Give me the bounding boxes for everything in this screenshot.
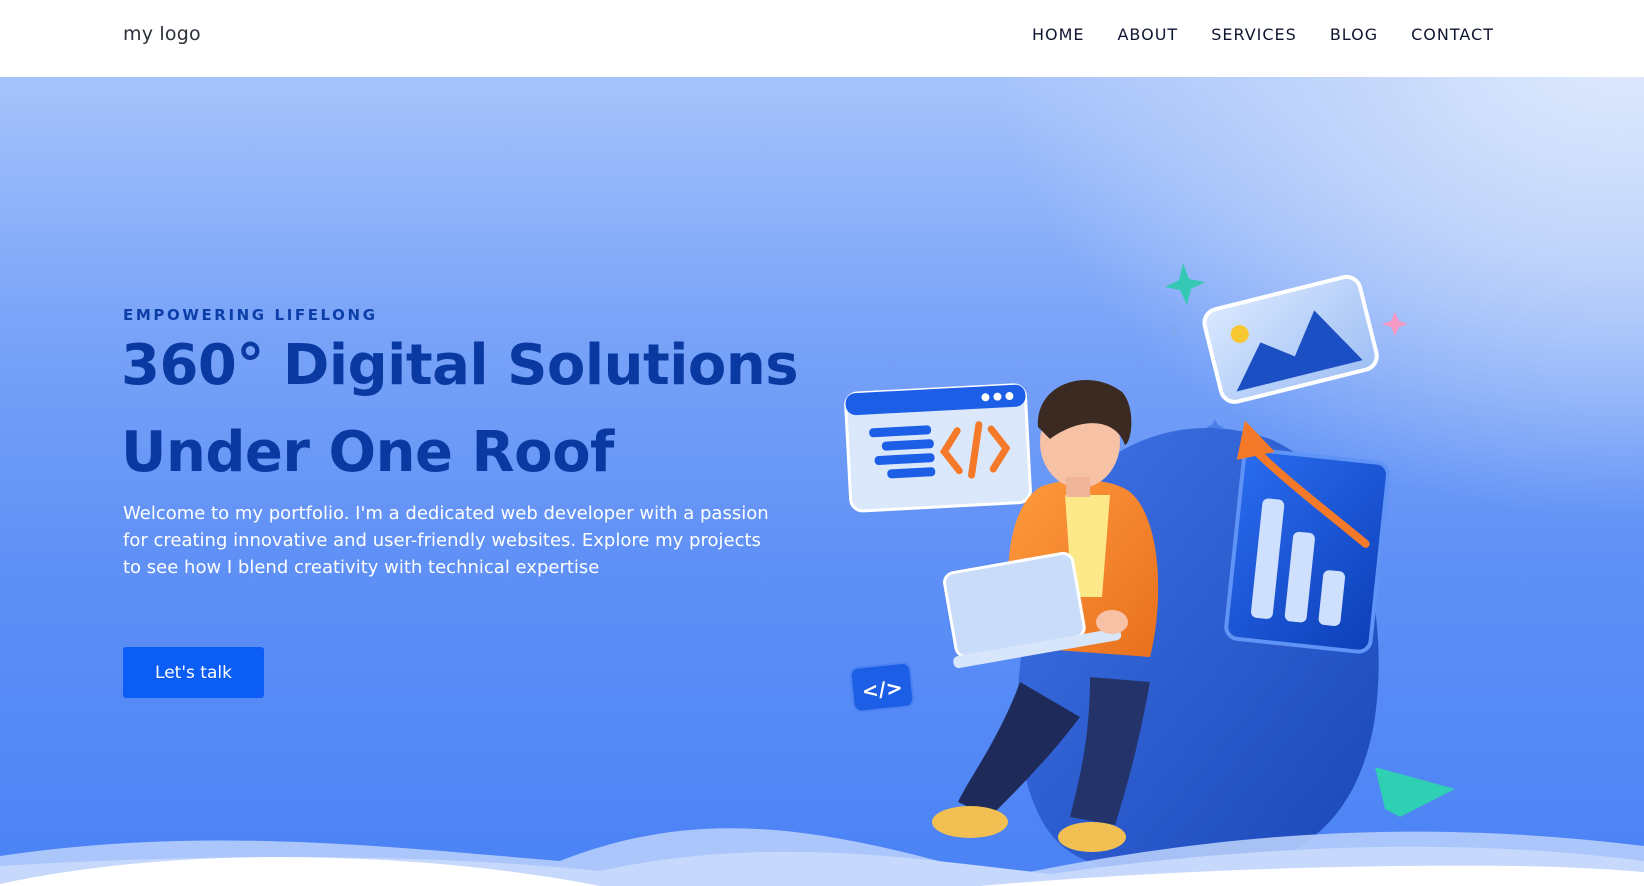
hero-intro: Welcome to my portfolio. I'm a dedicated… xyxy=(123,503,769,578)
code-window-icon xyxy=(844,383,1032,513)
nav-link-blog[interactable]: BLOG xyxy=(1330,25,1378,44)
nav-link-contact[interactable]: CONTACT xyxy=(1411,25,1494,44)
chart-card-icon xyxy=(1224,420,1390,654)
hero-headline: 360° Digital Solutions Under One Roof xyxy=(121,322,821,496)
sparkle-small-icon xyxy=(1166,322,1184,338)
lets-talk-button[interactable]: Let's talk xyxy=(123,647,264,698)
top-navbar: my logo HOME ABOUT SERVICES BLOG CONTACT xyxy=(0,0,1644,77)
sparkle-teal-icon xyxy=(1165,263,1205,305)
hero-section: EMPOWERING LIFELONG 360° Digital Solutio… xyxy=(0,77,1644,886)
sparkle-pink-icon xyxy=(1382,312,1408,336)
bottom-waves xyxy=(0,828,1644,886)
code-badge-icon: </> xyxy=(849,661,915,713)
hero-headline-line1: 360° Digital Solutions xyxy=(121,333,799,398)
code-badge-text: </> xyxy=(861,675,904,703)
image-card-icon xyxy=(1202,274,1379,404)
main-nav: HOME ABOUT SERVICES BLOG CONTACT xyxy=(1032,25,1494,44)
nav-link-about[interactable]: ABOUT xyxy=(1117,25,1178,44)
nav-link-home[interactable]: HOME xyxy=(1032,25,1085,44)
site-logo[interactable]: my logo xyxy=(123,23,201,45)
nav-link-services[interactable]: SERVICES xyxy=(1211,25,1297,44)
hero-headline-line2: Under One Roof xyxy=(121,420,614,485)
